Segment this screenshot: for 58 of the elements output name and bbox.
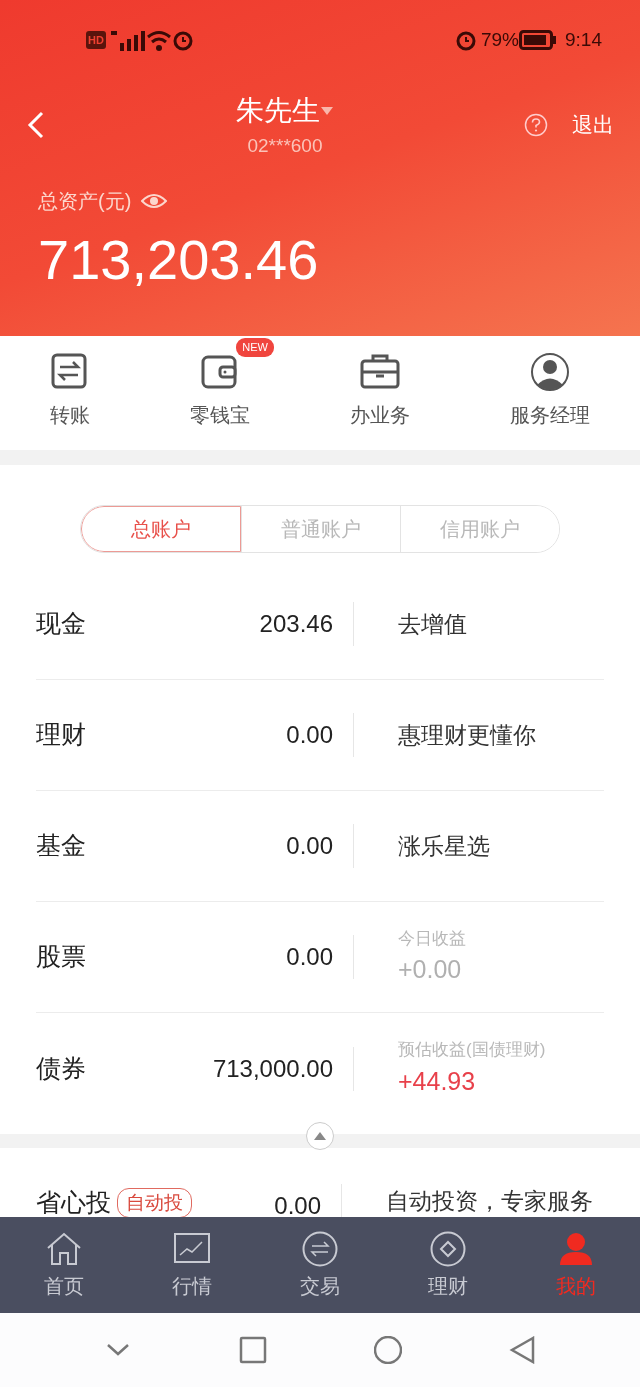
- asset-name: 股票: [36, 941, 86, 973]
- collapse-button[interactable]: [306, 1122, 334, 1150]
- nav-tab[interactable]: 理财: [384, 1217, 512, 1313]
- nav-tab[interactable]: 首页: [0, 1217, 128, 1313]
- asset-amount: 203.46: [146, 602, 354, 646]
- briefcase-icon: [360, 352, 400, 392]
- income-value: +0.00: [398, 954, 463, 985]
- new-badge: NEW: [236, 338, 274, 357]
- shortcut-button[interactable]: 服务经理: [460, 336, 640, 450]
- recents-icon: [238, 1336, 267, 1364]
- status-time: 9:14: [565, 27, 602, 52]
- asset-amount: 0.00: [146, 935, 354, 979]
- asset-name: 省心投: [36, 1187, 111, 1218]
- system-nav-button[interactable]: [238, 1336, 267, 1364]
- promo-link[interactable]: 自动投资，专家服务: [386, 1188, 593, 1214]
- income-label: 今日收益: [398, 927, 467, 950]
- account-tab[interactable]: 总账户: [81, 506, 241, 552]
- income-label: 预估收益(国债理财): [398, 1039, 547, 1061]
- shortcut-button[interactable]: 转账: [0, 336, 140, 450]
- system-nav-button[interactable]: [373, 1336, 402, 1364]
- person-icon: [530, 352, 570, 392]
- help-icon[interactable]: [524, 113, 548, 137]
- exchange-icon: [302, 1231, 338, 1267]
- shortcut-button[interactable]: 办业务: [300, 336, 460, 450]
- income-value: +44.93: [398, 1065, 477, 1097]
- promo-link[interactable]: 去增值: [398, 610, 467, 637]
- asset-amount: 713,000.00: [146, 1046, 354, 1091]
- wifi-icon: [145, 29, 172, 51]
- asset-name: 基金: [36, 830, 86, 862]
- alarm-icon: [455, 29, 477, 51]
- person-icon: [558, 1231, 594, 1267]
- back-button[interactable]: [26, 110, 46, 140]
- battery-percent: 79%: [481, 27, 519, 52]
- asset-name: 理财: [36, 719, 86, 751]
- asset-name: 债券: [36, 1052, 86, 1084]
- asset-amount: 0.00: [146, 824, 354, 868]
- up-triangle-icon: [314, 1132, 326, 1140]
- dropdown-caret-icon[interactable]: [320, 105, 334, 116]
- eye-icon[interactable]: [141, 192, 168, 210]
- promo-link[interactable]: 涨乐星选: [398, 832, 490, 859]
- total-assets-label: 总资产(元): [38, 189, 132, 214]
- signal-icon: [109, 29, 146, 51]
- total-assets-value: 713,203.46: [37, 227, 320, 293]
- back-icon: [508, 1336, 537, 1364]
- transfer-icon: [50, 352, 90, 392]
- promo-link[interactable]: 惠理财更懂你: [398, 721, 536, 748]
- logout-button[interactable]: 退出: [572, 109, 614, 141]
- home-icon: [373, 1336, 402, 1364]
- back-icon: [26, 110, 46, 140]
- asset-name: 现金: [36, 608, 86, 640]
- user-name[interactable]: 朱先生: [236, 89, 320, 132]
- account-number: 02***600: [247, 133, 323, 158]
- network-badge: HD: [86, 30, 106, 50]
- battery-icon: [519, 30, 557, 50]
- system-nav-button[interactable]: [508, 1336, 537, 1364]
- alarm-icon: [171, 29, 194, 51]
- shortcut-button[interactable]: NEW 零钱宝: [140, 336, 300, 450]
- asset-amount: 0.00: [146, 713, 354, 757]
